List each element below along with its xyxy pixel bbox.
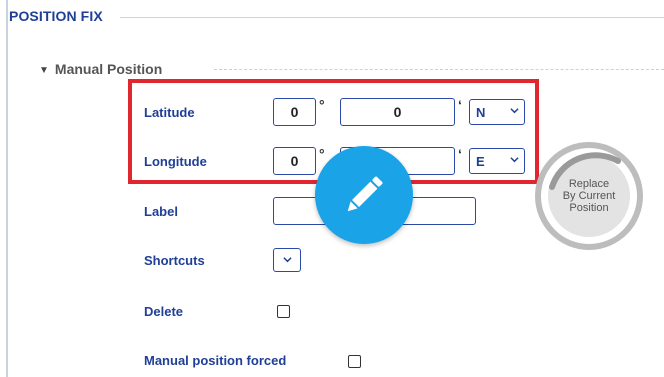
chevron-down-icon (283, 257, 292, 263)
label-field-label: Label (144, 204, 178, 219)
replace-button-line2: By Current (562, 190, 616, 202)
shortcuts-label: Shortcuts (144, 253, 205, 268)
subsection-divider (214, 69, 664, 70)
replace-by-current-position-button[interactable]: Replace By Current Position (541, 148, 637, 244)
replace-button-text: Replace By Current Position (563, 178, 616, 214)
manual-position-title: Manual Position (54, 61, 163, 77)
replace-button-line1: Replace (568, 178, 610, 190)
manual-forced-checkbox[interactable] (348, 355, 361, 368)
collapse-triangle-icon: ▼ (39, 65, 49, 76)
shortcuts-select[interactable] (273, 248, 301, 272)
edit-button[interactable] (315, 146, 413, 244)
delete-label: Delete (144, 304, 184, 319)
manual-forced-label: Manual position forced (144, 353, 287, 368)
manual-position-toggle[interactable]: ▼ Manual Position (39, 61, 162, 77)
replace-button-line3: Position (569, 202, 609, 214)
delete-checkbox[interactable] (277, 305, 290, 318)
panel-left-border (6, 0, 8, 377)
section-title: POSITION FIX (9, 8, 103, 24)
section-divider (120, 17, 664, 18)
pencil-icon (347, 176, 383, 212)
